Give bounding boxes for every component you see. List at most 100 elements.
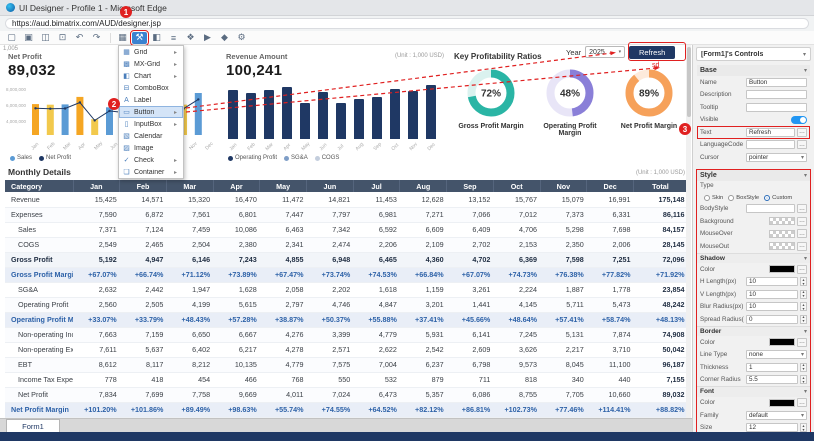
- ellipsis-button[interactable]: …: [797, 128, 807, 137]
- radio-custom[interactable]: Custom: [764, 195, 792, 201]
- address-input[interactable]: https://aud.bimatrix.com/AUD/designer.js…: [5, 18, 809, 29]
- radio-boxstyle[interactable]: BoxStyle: [728, 195, 759, 201]
- cell-value: 7,124: [120, 222, 167, 237]
- radio-skin[interactable]: Skin: [704, 195, 723, 201]
- align-icon[interactable]: ≡: [166, 32, 181, 44]
- row-label: EBT: [5, 357, 73, 372]
- open-folder-icon[interactable]: ▣: [21, 32, 36, 44]
- settings-icon[interactable]: ⚙: [234, 32, 249, 44]
- table-row: EBT8,6128,1178,21210,1354,7797,5757,0046…: [5, 357, 688, 372]
- stepper-value[interactable]: 10: [746, 277, 798, 286]
- prop-input[interactable]: [746, 140, 795, 149]
- prop-visible: Visible: [697, 114, 810, 127]
- subsection-shadow[interactable]: Shadow▾: [697, 253, 810, 264]
- prop-input[interactable]: [746, 103, 807, 112]
- run-icon[interactable]: ▶: [200, 32, 215, 44]
- stepper-arrows[interactable]: ▲▼: [800, 315, 807, 324]
- prop-select[interactable]: pointer▾: [746, 153, 807, 162]
- print-icon[interactable]: ⊡: [55, 32, 70, 44]
- year-select[interactable]: 2025 ▾: [585, 46, 625, 58]
- transparent-swatch[interactable]: [769, 242, 795, 250]
- menu-item-grid[interactable]: ▦Grid▸: [119, 46, 183, 58]
- cell-value: 5,298: [540, 222, 587, 237]
- menu-item-image[interactable]: ▨Image: [119, 142, 183, 154]
- transparent-swatch[interactable]: [769, 230, 795, 238]
- subsection-font[interactable]: Font▾: [697, 386, 810, 397]
- stepper-value[interactable]: 0: [746, 315, 798, 324]
- cell-value: +74.55%: [307, 402, 354, 417]
- ellipsis-button[interactable]: …: [797, 217, 807, 226]
- cell-value: 6,369: [493, 252, 540, 267]
- stepper-arrows[interactable]: ▲▼: [800, 277, 807, 286]
- ellipsis-button[interactable]: …: [797, 204, 807, 213]
- toggle-switch[interactable]: [791, 116, 807, 124]
- layout-grid-icon[interactable]: ▦: [115, 32, 130, 44]
- menu-item-button[interactable]: ▭Button▸: [119, 106, 183, 118]
- stepper-value[interactable]: 10: [746, 302, 798, 311]
- chart-tool-icon[interactable]: ◧: [149, 32, 164, 44]
- subsection-border[interactable]: Border▾: [697, 326, 810, 337]
- stepper-arrows[interactable]: ▲▼: [800, 363, 807, 372]
- prop-select[interactable]: none▾: [746, 350, 807, 359]
- prop-control: 10▲▼: [746, 290, 807, 299]
- menu-item-combobox[interactable]: ⊟ComboBox: [119, 82, 183, 94]
- stepper-value[interactable]: 12: [746, 423, 798, 432]
- net-profit-title: Net Profit: [4, 47, 218, 62]
- prop-control: Button: [746, 78, 807, 87]
- cell-value: 14,821: [307, 192, 354, 207]
- cell-value: 1,618: [353, 282, 400, 297]
- stepper-value[interactable]: 1: [746, 363, 798, 372]
- menu-item-label[interactable]: ALabel: [119, 94, 183, 106]
- stepper-value[interactable]: 10: [746, 290, 798, 299]
- menu-item-inputbox[interactable]: ▯InputBox▸: [119, 118, 183, 130]
- ellipsis-button[interactable]: …: [797, 242, 807, 251]
- stepper-arrows[interactable]: ▲▼: [800, 423, 807, 432]
- ellipsis-button[interactable]: …: [797, 338, 807, 347]
- menu-item-check[interactable]: ✓Check▸: [119, 154, 183, 166]
- stepper-value[interactable]: 5.5: [746, 375, 798, 384]
- cell-value: 3,710: [587, 342, 634, 357]
- color-swatch[interactable]: [769, 338, 795, 346]
- ellipsis-button[interactable]: …: [797, 265, 807, 274]
- ellipsis-button[interactable]: …: [797, 140, 807, 149]
- cell-value: 2,632: [73, 282, 120, 297]
- component-icon[interactable]: ❖: [183, 32, 198, 44]
- panel-header[interactable]: [Form1]'s Controls ▾: [696, 47, 811, 61]
- cell-value: 7,004: [353, 357, 400, 372]
- undo-icon[interactable]: ↶: [72, 32, 87, 44]
- prop-input[interactable]: Refresh: [746, 128, 795, 137]
- color-swatch[interactable]: [769, 399, 795, 407]
- transparent-swatch[interactable]: [769, 217, 795, 225]
- new-document-icon[interactable]: ▢: [4, 32, 19, 44]
- cell-value: 6,463: [260, 222, 307, 237]
- stepper-arrows[interactable]: ▲▼: [800, 375, 807, 384]
- tab-form1[interactable]: Form1: [6, 419, 60, 432]
- menu-item-container[interactable]: ❏Container▸: [119, 166, 183, 178]
- refresh-button[interactable]: Refresh: [629, 46, 675, 59]
- prop-select[interactable]: default▾: [746, 411, 807, 420]
- ellipsis-button[interactable]: …: [797, 398, 807, 407]
- section-header-style[interactable]: Style▾: [697, 170, 810, 181]
- prop-mouseover: MouseOver…: [697, 228, 810, 241]
- save-icon[interactable]: ◫: [38, 32, 53, 44]
- menu-item-calendar[interactable]: ▧Calendar: [119, 130, 183, 142]
- cell-value: +88.82%: [634, 402, 688, 417]
- prop-input[interactable]: Button: [746, 78, 807, 87]
- dashboard-scrollbar[interactable]: [686, 45, 691, 418]
- legend-item: SG&A: [284, 155, 308, 161]
- cell-value: 7,575: [307, 357, 354, 372]
- submenu-arrow-icon: ▸: [174, 73, 180, 80]
- prop-input[interactable]: [746, 90, 807, 99]
- prop-input[interactable]: [746, 204, 795, 213]
- stepper-arrows[interactable]: ▲▼: [800, 290, 807, 299]
- decision-icon[interactable]: ◆: [217, 32, 232, 44]
- ellipsis-button[interactable]: …: [797, 229, 807, 238]
- design-tools-icon[interactable]: ⚒: [132, 32, 147, 44]
- menu-item-mx-grid[interactable]: ▩MX-Grid▸: [119, 58, 183, 70]
- color-swatch[interactable]: [769, 265, 795, 273]
- legend-dot: [39, 156, 44, 161]
- stepper-arrows[interactable]: ▲▼: [800, 302, 807, 311]
- menu-item-chart[interactable]: ◧Chart▸: [119, 70, 183, 82]
- redo-icon[interactable]: ↷: [89, 32, 104, 44]
- section-header-base[interactable]: Base▾: [697, 65, 810, 76]
